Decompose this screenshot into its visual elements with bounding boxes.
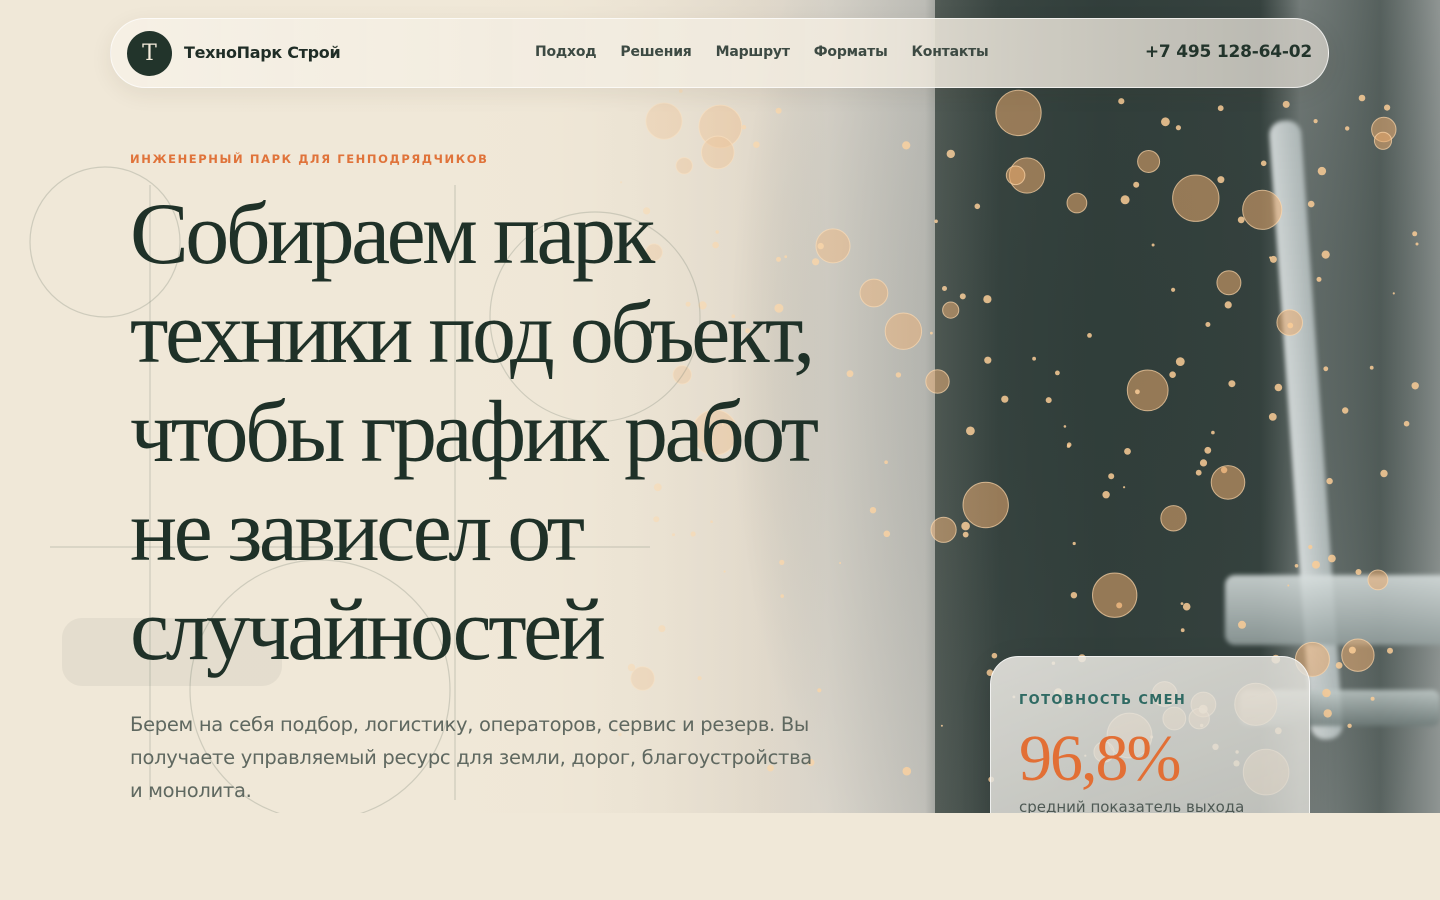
hero-eyebrow: ИНЖЕНЕРНЫЙ ПАРК ДЛЯ ГЕНПОДРЯДЧИКОВ: [130, 152, 489, 166]
hero-headline: Собираем парк техники под объект, чтобы …: [130, 186, 819, 679]
stat-label: ГОТОВНОСТЬ СМЕН: [1019, 693, 1187, 708]
brand-name[interactable]: ТехноПарк Строй: [184, 43, 341, 62]
nav-link-contacts[interactable]: Контакты: [912, 44, 989, 60]
nav-menu: Подход Решения Маршрут Форматы Контакты: [535, 44, 989, 60]
brand-logo-mark[interactable]: Т: [127, 31, 172, 76]
stat-value: 96,8%: [1019, 722, 1181, 795]
page-below-fold: [0, 813, 1440, 900]
stat-card: ГОТОВНОСТЬ СМЕН 96,8% средний показатель…: [990, 656, 1310, 813]
phone-link[interactable]: +7 495 128-64-02: [1145, 42, 1312, 62]
top-navbar: Т ТехноПарк Строй Подход Решения Маршрут…: [110, 18, 1329, 88]
hero-section: Т ТехноПарк Строй Подход Решения Маршрут…: [0, 0, 1440, 813]
stat-caption: средний показатель выхода: [1019, 798, 1245, 813]
nav-link-formats[interactable]: Форматы: [814, 44, 888, 60]
hero-description: Берем на себя подбор, логистику, операто…: [130, 713, 812, 802]
nav-link-approach[interactable]: Подход: [535, 44, 597, 60]
nav-link-route[interactable]: Маршрут: [716, 44, 790, 60]
nav-link-solutions[interactable]: Решения: [620, 44, 691, 60]
